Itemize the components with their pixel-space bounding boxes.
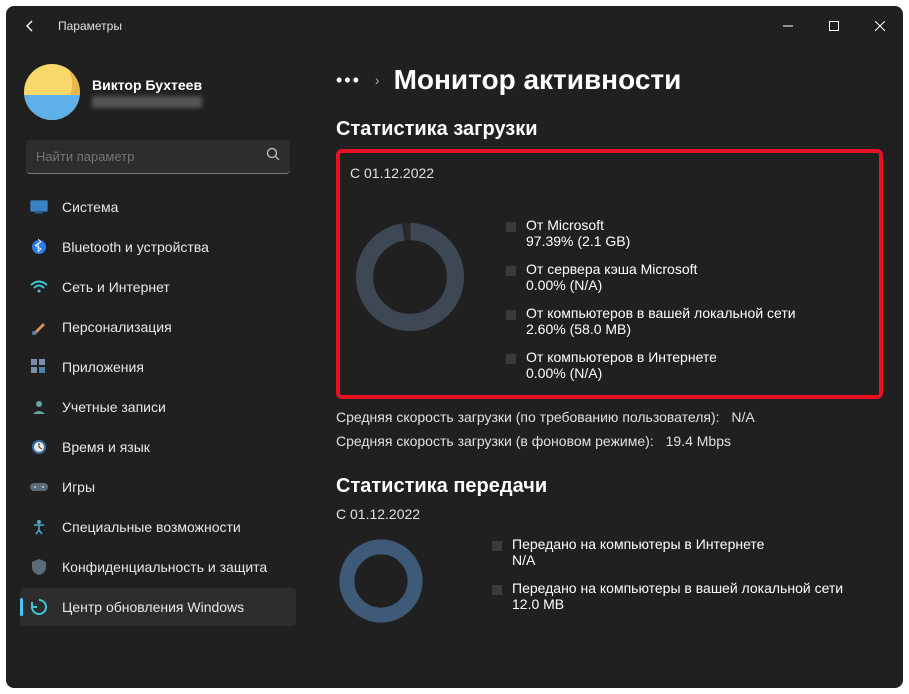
legend-label: Передано на компьютеры в Интернете (512, 536, 764, 552)
avg-speed-demand: Средняя скорость загрузки (по требованию… (336, 409, 883, 425)
profile-name: Виктор Бухтеев (92, 77, 202, 93)
clock-icon (30, 438, 48, 456)
sidebar-item-accounts[interactable]: Учетные записи (20, 388, 296, 426)
search-box[interactable] (26, 140, 290, 174)
brush-icon (30, 318, 48, 336)
sidebar-item-personalization[interactable]: Персонализация (20, 308, 296, 346)
sidebar-item-time[interactable]: Время и язык (20, 428, 296, 466)
sidebar-item-label: Время и язык (62, 439, 150, 455)
legend-value: 2.60% (58.0 MB) (526, 321, 796, 337)
legend-value: 0.00% (N/A) (526, 365, 717, 381)
sidebar-item-apps[interactable]: Приложения (20, 348, 296, 386)
nav-list: Система Bluetooth и устройства Сеть и Ин… (16, 188, 300, 626)
sidebar-item-gaming[interactable]: Игры (20, 468, 296, 506)
legend-item: Передано на компьютеры в Интернете N/A (492, 536, 883, 568)
display-icon (30, 198, 48, 216)
breadcrumb-overflow[interactable]: ••• (336, 70, 361, 91)
legend-label: От компьютеров в вашей локальной сети (526, 305, 796, 321)
update-icon (30, 598, 48, 616)
sidebar-item-privacy[interactable]: Конфиденциальность и защита (20, 548, 296, 586)
sidebar-item-update[interactable]: Центр обновления Windows (20, 588, 296, 626)
profile-block[interactable]: Виктор Бухтеев (16, 56, 300, 134)
minimize-button[interactable] (765, 10, 811, 42)
download-donut-chart (350, 191, 480, 340)
upload-donut-chart (336, 532, 466, 629)
legend-item: От сервера кэша Microsoft 0.00% (N/A) (506, 261, 869, 293)
avg-speed-background: Средняя скорость загрузки (в фоновом реж… (336, 433, 883, 449)
legend-swatch (506, 354, 516, 364)
legend-swatch (506, 310, 516, 320)
search-icon (266, 147, 280, 166)
legend-label: Передано на компьютеры в вашей локальной… (512, 580, 843, 596)
search-input[interactable] (36, 149, 266, 164)
legend-label: От Microsoft (526, 217, 630, 233)
sidebar-item-accessibility[interactable]: Специальные возможности (20, 508, 296, 546)
avatar (24, 64, 80, 120)
upload-legend: Передано на компьютеры в Интернете N/A П… (492, 532, 883, 612)
sidebar-item-label: Учетные записи (62, 399, 166, 415)
avg-label: Средняя скорость загрузки (по требованию… (336, 409, 720, 425)
legend-label: От сервера кэша Microsoft (526, 261, 697, 277)
sidebar-item-label: Сеть и Интернет (62, 279, 170, 295)
legend-value: 12.0 MB (512, 596, 843, 612)
maximize-button[interactable] (811, 10, 857, 42)
legend-item: От компьютеров в вашей локальной сети 2.… (506, 305, 869, 337)
sidebar-item-label: Центр обновления Windows (62, 599, 244, 615)
sidebar-item-label: Игры (62, 479, 95, 495)
sidebar-item-label: Приложения (62, 359, 144, 375)
legend-swatch (492, 541, 502, 551)
upload-since: С 01.12.2022 (336, 506, 883, 522)
window-title: Параметры (58, 19, 122, 33)
sidebar-item-label: Персонализация (62, 319, 172, 335)
back-button[interactable] (20, 16, 40, 36)
download-legend: От Microsoft 97.39% (2.1 GB) От сервера … (506, 191, 869, 381)
download-since: С 01.12.2022 (350, 165, 869, 181)
download-stats-highlight: С 01.12.2022 От Microsoft 9 (336, 149, 883, 399)
window-controls (765, 10, 903, 42)
close-button[interactable] (857, 10, 903, 42)
sidebar-item-network[interactable]: Сеть и Интернет (20, 268, 296, 306)
upload-section-title: Статистика передачи (336, 475, 883, 498)
legend-value: N/A (512, 552, 764, 568)
breadcrumb: ••• › Монитор активности (336, 64, 883, 96)
main-content: ••• › Монитор активности Статистика загр… (306, 46, 903, 688)
apps-icon (30, 358, 48, 376)
legend-value: 97.39% (2.1 GB) (526, 233, 630, 249)
chevron-right-icon: › (375, 72, 380, 88)
shield-icon (30, 558, 48, 576)
sidebar-item-label: Специальные возможности (62, 519, 241, 535)
legend-item: От компьютеров в Интернете 0.00% (N/A) (506, 349, 869, 381)
accessibility-icon (30, 518, 48, 536)
settings-window: Параметры Виктор Бухтеев (6, 6, 903, 688)
legend-label: От компьютеров в Интернете (526, 349, 717, 365)
sidebar-item-system[interactable]: Система (20, 188, 296, 226)
sidebar-item-label: Bluetooth и устройства (62, 239, 209, 255)
wifi-icon (30, 278, 48, 296)
legend-item: Передано на компьютеры в вашей локальной… (492, 580, 883, 612)
profile-email (92, 96, 202, 108)
avg-label: Средняя скорость загрузки (в фоновом реж… (336, 433, 654, 449)
gamepad-icon (30, 478, 48, 496)
sidebar-item-label: Система (62, 199, 118, 215)
legend-swatch (506, 222, 516, 232)
sidebar-item-bluetooth[interactable]: Bluetooth и устройства (20, 228, 296, 266)
legend-item: От Microsoft 97.39% (2.1 GB) (506, 217, 869, 249)
legend-swatch (506, 266, 516, 276)
avg-value: 19.4 Mbps (666, 433, 731, 449)
legend-swatch (492, 585, 502, 595)
sidebar: Виктор Бухтеев Система Bluetooth и устро… (6, 46, 306, 688)
page-title: Монитор активности (394, 64, 682, 96)
download-section-title: Статистика загрузки (336, 118, 883, 141)
bluetooth-icon (30, 238, 48, 256)
avg-value: N/A (731, 409, 754, 425)
person-icon (30, 398, 48, 416)
legend-value: 0.00% (N/A) (526, 277, 697, 293)
sidebar-item-label: Конфиденциальность и защита (62, 559, 267, 575)
titlebar: Параметры (6, 6, 903, 46)
